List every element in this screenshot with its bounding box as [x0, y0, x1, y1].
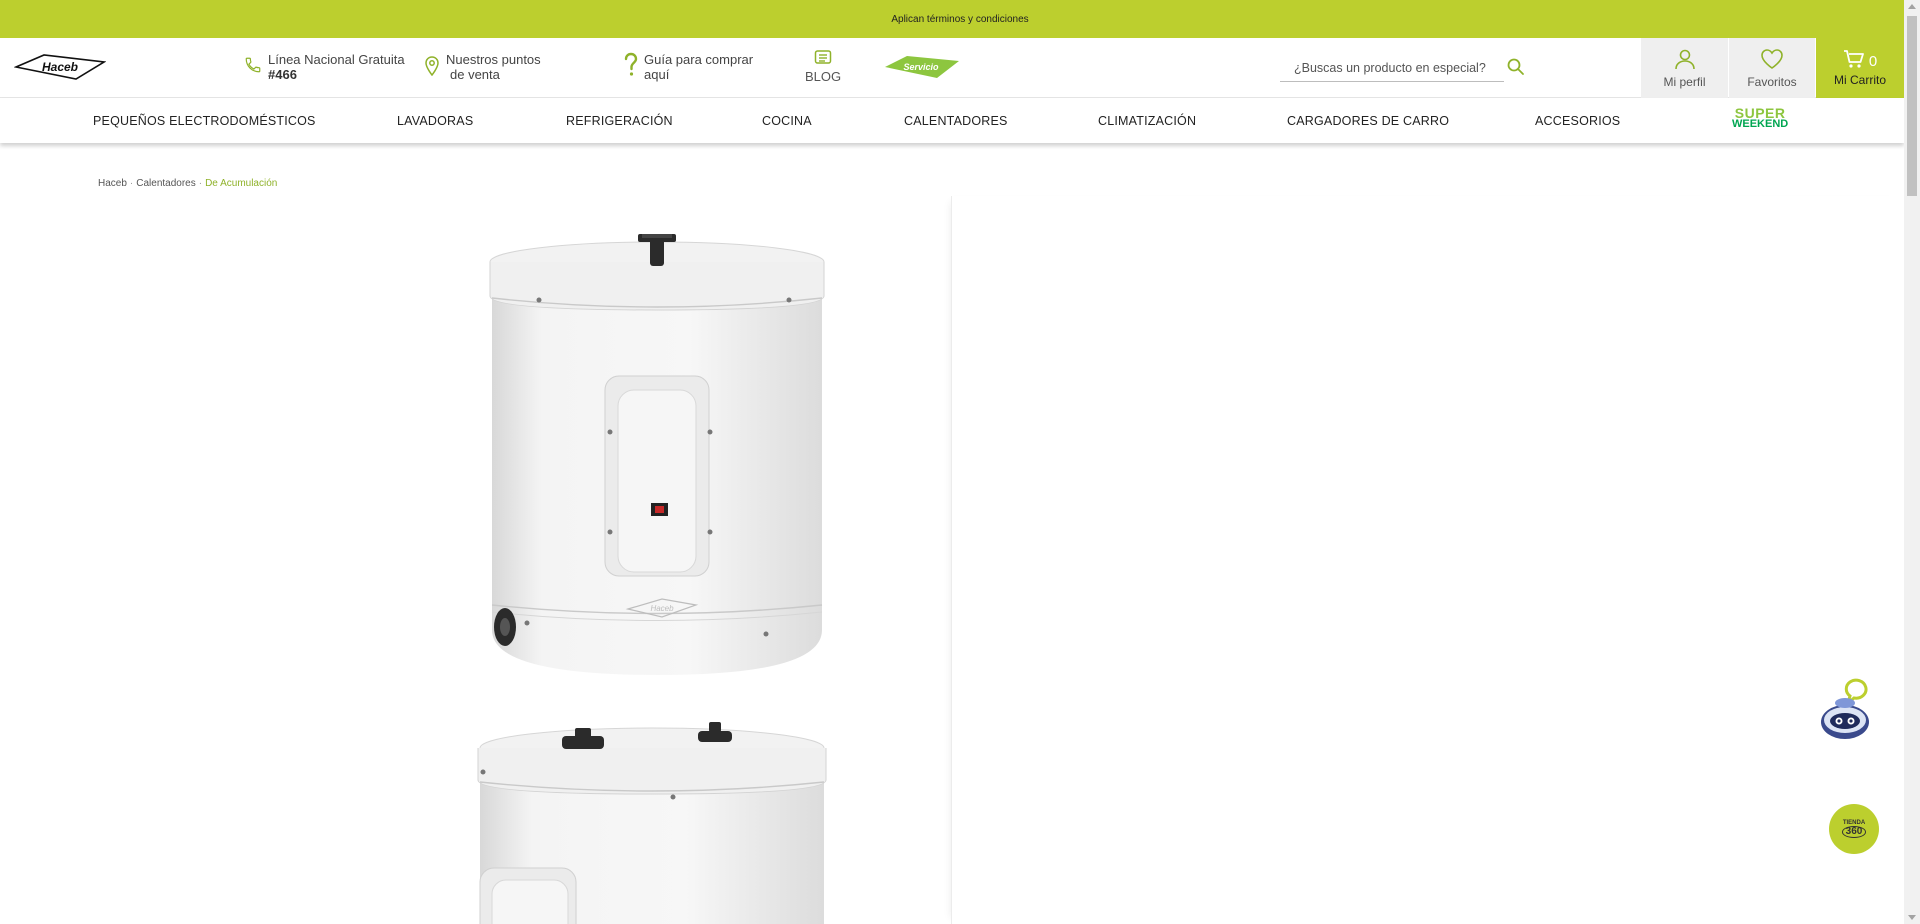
- stores-line1: Nuestros puntos: [446, 52, 541, 67]
- search-input[interactable]: [1280, 54, 1504, 82]
- phone-icon: [244, 56, 262, 77]
- buying-guide-link[interactable]: Guía para comprar aquí: [624, 52, 753, 82]
- scroll-up-arrow-icon[interactable]: [1908, 4, 1916, 9]
- nav-item-cocina[interactable]: COCINA: [762, 114, 812, 128]
- product-brand-mark: Haceb: [650, 604, 674, 613]
- location-pin-icon: [424, 56, 440, 79]
- favorites-button[interactable]: Favoritos: [1729, 38, 1815, 98]
- search-bar: [1280, 54, 1525, 82]
- promo-bar: Aplican términos y condiciones: [0, 0, 1920, 38]
- main-header: Haceb Línea Nacional Gratuita #466 Nuest…: [0, 38, 1904, 98]
- nav-item-calentadores[interactable]: CALENTADORES: [904, 114, 1008, 128]
- guide-line1: Guía para comprar: [644, 52, 754, 67]
- product-image-front[interactable]: Haceb: [489, 234, 825, 675]
- tienda-360-button[interactable]: TIENDA 360: [1829, 804, 1879, 854]
- tienda-360-line2: 360: [1841, 826, 1867, 838]
- question-icon: [624, 52, 638, 81]
- chatbot-robot-icon: [1821, 678, 1869, 739]
- profile-button[interactable]: Mi perfil: [1641, 38, 1728, 98]
- hotline-line1: Línea Nacional Gratuita: [268, 52, 405, 67]
- breadcrumb: Haceb · Calentadores · De Acumulación: [98, 178, 277, 189]
- product-info-panel: [951, 196, 1904, 924]
- haceb-logo-mark: Haceb: [13, 54, 107, 80]
- cart-button[interactable]: 0 Mi Carrito: [1816, 38, 1904, 98]
- nav-item-refrigeracion[interactable]: REFRIGERACIÓN: [566, 114, 673, 128]
- super-weekend-line2: WEEKEND: [1732, 118, 1789, 130]
- nav-item-climatizacion[interactable]: CLIMATIZACIÓN: [1098, 114, 1196, 128]
- cart-count: 0: [1868, 52, 1878, 70]
- user-icon: [1674, 48, 1696, 73]
- product-gallery: Haceb: [0, 196, 951, 924]
- blog-link[interactable]: BLOG: [803, 50, 843, 84]
- blog-label: BLOG: [804, 69, 842, 84]
- hotline-number: #466: [268, 67, 297, 82]
- heart-icon: [1760, 48, 1784, 73]
- scrollbar-thumb[interactable]: [1907, 16, 1917, 196]
- hotline-link[interactable]: Línea Nacional Gratuita #466: [244, 52, 405, 82]
- scroll-down-arrow-icon[interactable]: [1908, 915, 1916, 920]
- category-nav: PEQUEÑOS ELECTRODOMÉSTICOS LAVADORAS REF…: [0, 98, 1904, 143]
- blog-icon: [803, 50, 843, 69]
- breadcrumb-separator: ·: [198, 178, 203, 189]
- profile-label: Mi perfil: [1663, 74, 1706, 89]
- stores-link[interactable]: Nuestros puntos de venta: [424, 52, 541, 82]
- servicio-label: Servicio: [903, 62, 939, 72]
- super-weekend-link[interactable]: SUPER WEEKEND: [1732, 106, 1789, 130]
- breadcrumb-separator: ·: [129, 178, 134, 189]
- chatbot-button[interactable]: [1816, 678, 1874, 744]
- servicio-badge: Servicio: [885, 56, 959, 78]
- nav-item-lavadoras[interactable]: LAVADORAS: [397, 114, 473, 128]
- breadcrumb-current: De Acumulación: [205, 178, 278, 189]
- nav-item-cargadores-de-carro[interactable]: CARGADORES DE CARRO: [1287, 114, 1449, 128]
- nav-item-accesorios[interactable]: ACCESORIOS: [1535, 114, 1620, 128]
- stores-line2: de venta: [450, 67, 500, 82]
- guide-line2: aquí: [644, 67, 670, 82]
- product-image-second[interactable]: [477, 722, 827, 924]
- promo-text[interactable]: Aplican términos y condiciones: [891, 14, 1028, 25]
- favorites-label: Favoritos: [1747, 74, 1797, 89]
- cart-icon: [1843, 49, 1865, 73]
- haceb-logo[interactable]: Haceb: [13, 52, 107, 82]
- cart-label: Mi Carrito: [1833, 73, 1886, 87]
- servicio-link[interactable]: Servicio: [883, 53, 961, 86]
- page-scrollbar[interactable]: [1904, 0, 1920, 924]
- breadcrumb-home[interactable]: Haceb: [98, 178, 127, 189]
- search-icon[interactable]: [1506, 57, 1526, 77]
- breadcrumb-category[interactable]: Calentadores: [136, 178, 195, 189]
- logo-text: Haceb: [42, 60, 78, 74]
- nav-item-pequenos-electrodomesticos[interactable]: PEQUEÑOS ELECTRODOMÉSTICOS: [93, 114, 316, 128]
